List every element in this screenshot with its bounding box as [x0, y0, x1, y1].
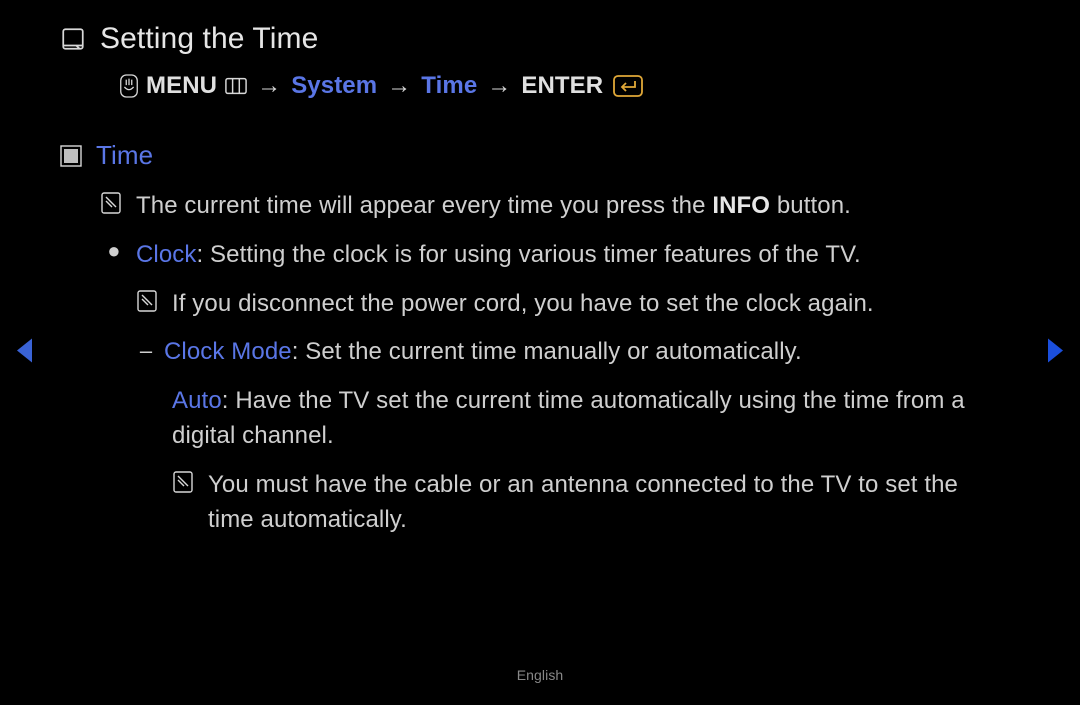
square-bullet-icon: [60, 145, 82, 167]
clock-mode-row: – Clock Mode: Set the current time manua…: [136, 335, 1020, 370]
auto-note-text: You must have the cable or an antenna co…: [208, 468, 1020, 538]
arrow-icon: →: [383, 72, 415, 100]
nav-enter-label: ENTER: [521, 72, 603, 100]
breadcrumb: MENU → System → Time → ENTER: [118, 72, 1020, 100]
clock-text: Clock: Setting the clock is for using va…: [136, 238, 1020, 273]
enter-icon: [613, 75, 643, 97]
next-page-button[interactable]: [1044, 336, 1066, 369]
note-info-text: The current time will appear every time …: [136, 189, 1020, 224]
note-info-row: The current time will appear every time …: [100, 189, 1020, 224]
clock-mode-label: Clock Mode: [164, 338, 292, 365]
auto-text: Auto: Have the TV set the current time a…: [172, 384, 1020, 454]
clock-mode-text: Clock Mode: Set the current time manuall…: [164, 335, 1020, 370]
auto-row: Auto: Have the TV set the current time a…: [172, 384, 1020, 454]
manual-page: Setting the Time MENU → System → Time → …: [0, 0, 1080, 705]
clock-label: Clock: [136, 241, 197, 268]
clock-row: ● Clock: Setting the clock is for using …: [100, 238, 1020, 273]
auto-note-row: You must have the cable or an antenna co…: [172, 468, 1020, 538]
note-info-pre: The current time will appear every time …: [136, 192, 712, 219]
clock-mode-desc: : Set the current time manually or autom…: [292, 338, 802, 365]
clock-desc: : Setting the clock is for using various…: [197, 241, 861, 268]
arrow-icon: →: [253, 72, 285, 100]
note-info-bold: INFO: [712, 192, 770, 219]
prev-page-button[interactable]: [14, 336, 36, 369]
nav-menu-label: MENU: [146, 72, 217, 100]
menu-grid-icon: [225, 77, 247, 95]
nav-time: Time: [421, 72, 477, 100]
page-title: Setting the Time: [100, 22, 318, 56]
clock-note-row: If you disconnect the power cord, you ha…: [136, 287, 1020, 322]
footer-language: English: [0, 667, 1080, 683]
auto-desc: : Have the TV set the current time autom…: [172, 387, 965, 449]
section-heading: Time: [96, 140, 153, 171]
arrow-icon: →: [483, 72, 515, 100]
dash-icon: –: [136, 335, 156, 367]
section-body: The current time will appear every time …: [100, 189, 1020, 537]
clock-note-text: If you disconnect the power cord, you ha…: [172, 287, 1020, 322]
section-time: Time The current time will appear every …: [60, 140, 1020, 537]
note-icon: [172, 470, 200, 494]
hand-icon: [118, 73, 140, 99]
note-icon: [136, 289, 164, 313]
auto-label: Auto: [172, 387, 222, 414]
book-icon: [60, 26, 86, 52]
page-title-row: Setting the Time: [60, 22, 1020, 56]
bullet-icon: ●: [100, 238, 128, 264]
nav-system: System: [291, 72, 377, 100]
note-info-post: button.: [770, 192, 851, 219]
note-icon: [100, 191, 128, 215]
section-header: Time: [60, 140, 1020, 171]
